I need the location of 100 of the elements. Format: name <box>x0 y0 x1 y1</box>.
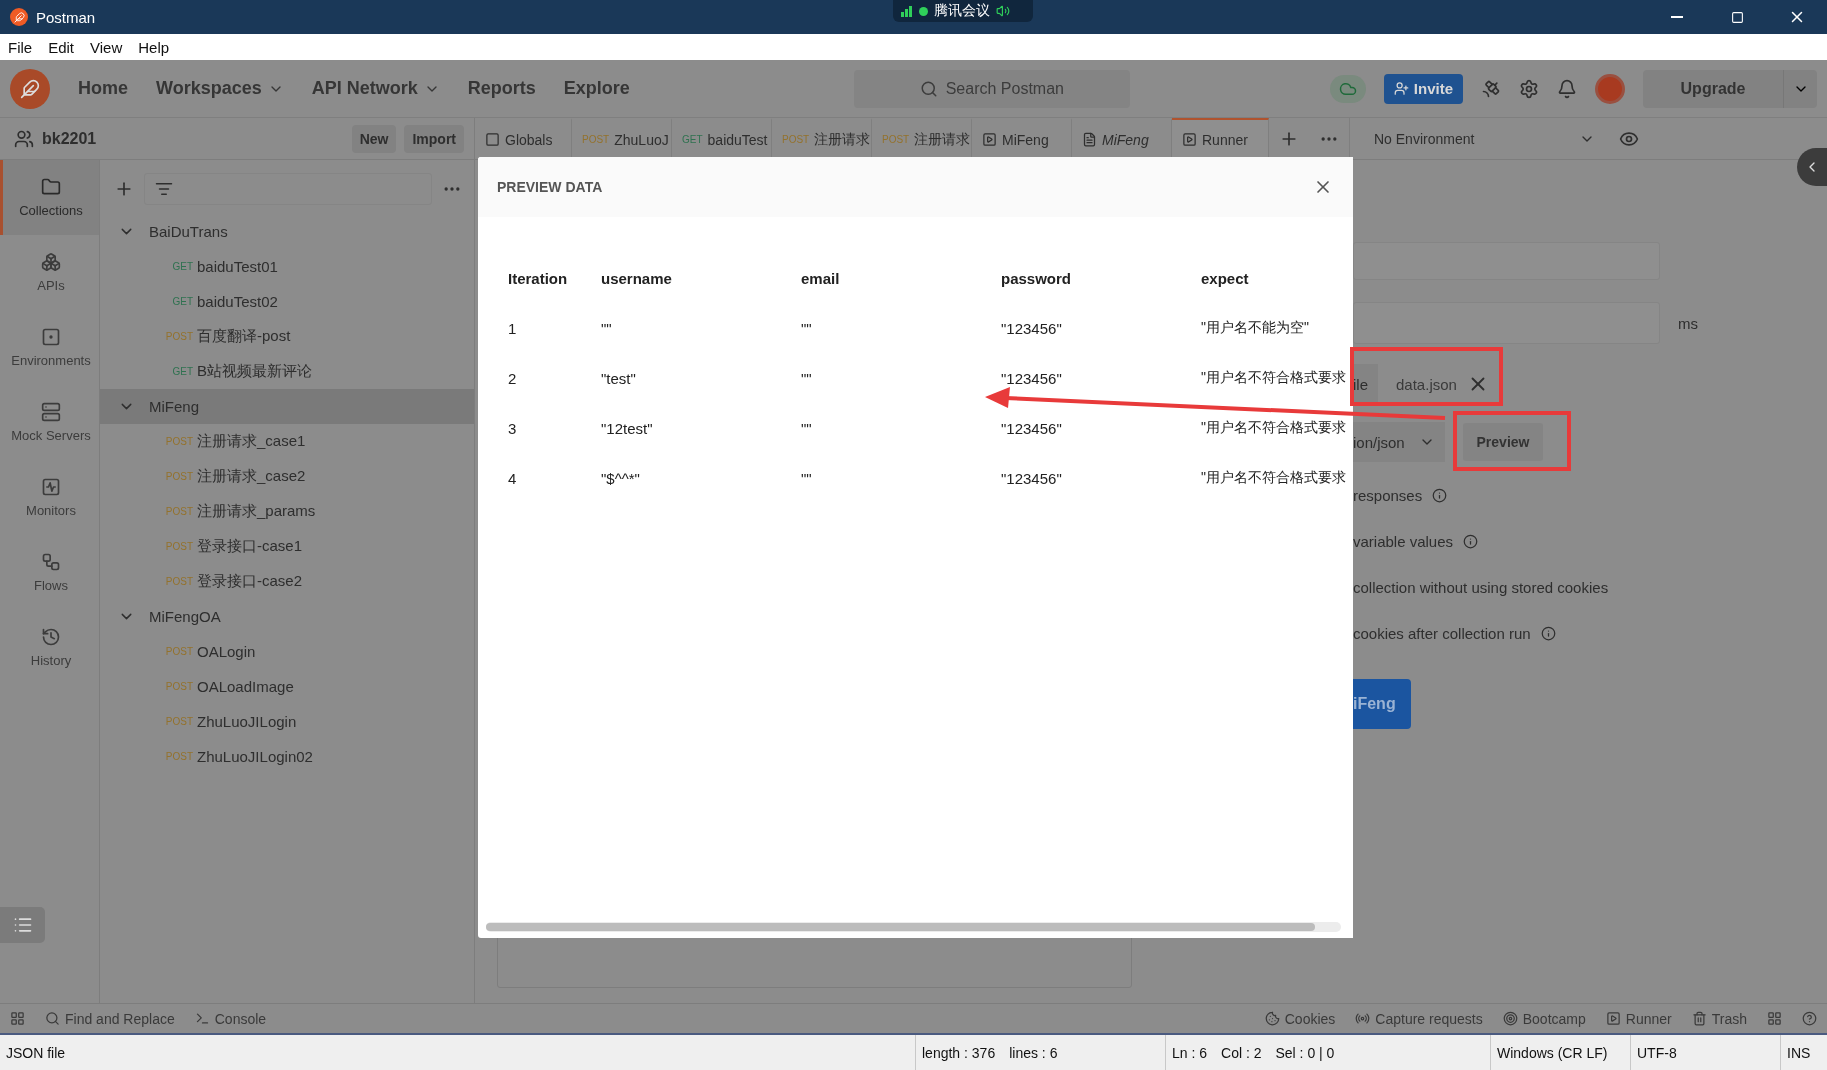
request-name: 登录接口-case1 <box>197 537 303 556</box>
cloud-icon[interactable] <box>1329 74 1366 103</box>
panel-icon[interactable] <box>10 1011 25 1026</box>
info-icon <box>1432 487 1448 503</box>
option-label: collection without using stored cookies <box>1353 578 1609 596</box>
tab-label: baiduTest <box>707 131 768 148</box>
play-square-icon <box>1182 132 1197 147</box>
menu-item[interactable]: Help <box>138 38 170 56</box>
satellite-icon[interactable] <box>1481 78 1501 99</box>
search-field[interactable]: Search Postman <box>853 69 1130 108</box>
scrollbar-thumb[interactable] <box>486 923 1316 931</box>
app-logo-icon[interactable] <box>10 68 50 109</box>
tab-label: Globals <box>505 131 553 148</box>
tab-label: MiFeng <box>1002 131 1049 148</box>
activity-icon <box>41 477 61 497</box>
radio-icon <box>1355 1011 1371 1026</box>
menu-item[interactable]: Edit <box>48 38 75 56</box>
collection-row[interactable]: BaiDuTrans <box>100 214 474 249</box>
dialog-title: PREVIEW DATA <box>497 179 603 195</box>
toolbar-item[interactable]: Bootcamp <box>1502 1010 1586 1027</box>
table-cell-text: "用户名不符合格式要求 <box>1201 369 1347 387</box>
target-icon <box>1502 1011 1518 1026</box>
toolbar-item[interactable]: Find and Replace <box>45 1010 175 1027</box>
request-name: 注册请求_case1 <box>197 432 306 451</box>
nav-link[interactable]: Reports <box>453 78 550 99</box>
nav-link[interactable]: Home <box>64 78 142 99</box>
bell-icon[interactable] <box>1557 78 1577 99</box>
table-cell-text: "" <box>801 419 813 437</box>
request-name: B站视频最新评论 <box>197 362 312 381</box>
tab-label: 注册请求 <box>914 130 971 149</box>
request-name: 注册请求_case2 <box>197 467 306 486</box>
input-field[interactable] <box>1353 242 1660 280</box>
filter-field[interactable] <box>144 173 432 205</box>
request-row[interactable]: POST 百度翻译-post <box>100 319 474 354</box>
scrollbar[interactable] <box>486 922 1341 932</box>
request-row[interactable]: GET baiduTest02 <box>100 284 474 319</box>
avatar[interactable] <box>1595 73 1625 104</box>
request-row[interactable]: GET baiduTest01 <box>100 249 474 284</box>
sidebar-item[interactable]: Monitors <box>0 460 99 535</box>
table-cell-text: "123456" <box>1001 319 1063 337</box>
nav-link[interactable]: Explore <box>549 78 644 99</box>
workspace-button[interactable]: Import <box>404 124 464 153</box>
request-row[interactable]: POST 登录接口-case1 <box>100 529 474 564</box>
list-button[interactable] <box>0 907 45 943</box>
list-icon <box>12 915 33 935</box>
folder-icon <box>41 177 61 197</box>
toolbar-item[interactable]: Console <box>194 1010 267 1027</box>
sidebar-item[interactable]: Mock Servers <box>0 385 99 460</box>
square-icon <box>485 132 500 147</box>
add-user-icon <box>1393 81 1409 96</box>
toolbar-item[interactable]: Trash <box>1691 1010 1747 1027</box>
file-type-select[interactable]: ion/json <box>1353 422 1445 462</box>
help-icon[interactable] <box>1802 1011 1817 1026</box>
run-button[interactable]: iFeng <box>1353 679 1411 729</box>
method-label: POST <box>582 134 610 145</box>
sidebar-item[interactable]: Flows <box>0 535 99 610</box>
grid-icon[interactable] <box>1767 1011 1782 1026</box>
sidebar-item[interactable]: APIs <box>0 235 99 310</box>
method-label: POST <box>164 471 194 482</box>
upgrade-button[interactable]: Upgrade <box>1643 69 1783 108</box>
settings-icon[interactable] <box>1519 78 1539 99</box>
toolbar-item[interactable]: Runner <box>1605 1010 1672 1027</box>
toolbar-item[interactable]: Cookies <box>1264 1010 1336 1027</box>
request-row[interactable]: POST ZhuLuoJILogin <box>100 704 474 739</box>
collection-row[interactable]: MiFengOA <box>100 599 474 634</box>
input-field[interactable] <box>1353 302 1660 344</box>
toolbar-item[interactable]: Capture requests <box>1355 1010 1483 1027</box>
request-row[interactable]: POST 登录接口-case2 <box>100 564 474 599</box>
request-row[interactable]: POST 注册请求_case1 <box>100 424 474 459</box>
menu-item[interactable]: View <box>90 38 123 56</box>
collection-row[interactable]: MiFeng <box>100 389 474 424</box>
request-row[interactable]: POST 注册请求_params <box>100 494 474 529</box>
sidebar-item[interactable]: Environments <box>0 310 99 385</box>
collection-name: MiFeng <box>149 398 200 415</box>
tab-label: ZhuLuoJ <box>614 131 669 148</box>
preview-button[interactable]: Preview <box>1463 423 1543 461</box>
invite-button[interactable]: Invite <box>1383 73 1463 104</box>
request-row[interactable]: POST OALogin <box>100 634 474 669</box>
meeting-badge[interactable]: 腾讯会议 <box>893 0 1033 22</box>
workspace-button[interactable]: New <box>351 124 397 153</box>
column-header: Iteration <box>508 269 569 287</box>
tab-label: MiFeng <box>1102 131 1149 148</box>
request-row[interactable]: POST OALoadImage <box>100 669 474 704</box>
sidebar-item[interactable]: Collections <box>0 160 99 235</box>
method-label: POST <box>164 436 194 447</box>
maximize-icon <box>1730 10 1744 24</box>
sidebar-item[interactable]: History <box>0 610 99 685</box>
request-row[interactable]: GET B站视频最新评论 <box>100 354 474 389</box>
menu-item[interactable]: File <box>8 38 33 56</box>
nav-link[interactable]: API Network <box>297 78 454 99</box>
minimize-icon <box>1671 16 1683 18</box>
workspace-name[interactable]: bk2201 <box>42 129 97 148</box>
collapse-button[interactable] <box>1797 148 1827 186</box>
caret-button[interactable] <box>1783 69 1817 108</box>
tab[interactable]: Runner <box>1172 118 1269 159</box>
request-row[interactable]: POST ZhuLuoJILogin02 <box>100 739 474 774</box>
table-cell-text: "用户名不符合格式要求 <box>1201 419 1347 437</box>
sidebar-label: History <box>30 653 72 668</box>
request-row[interactable]: POST 注册请求_case2 <box>100 459 474 494</box>
nav-link[interactable]: Workspaces <box>142 78 298 99</box>
